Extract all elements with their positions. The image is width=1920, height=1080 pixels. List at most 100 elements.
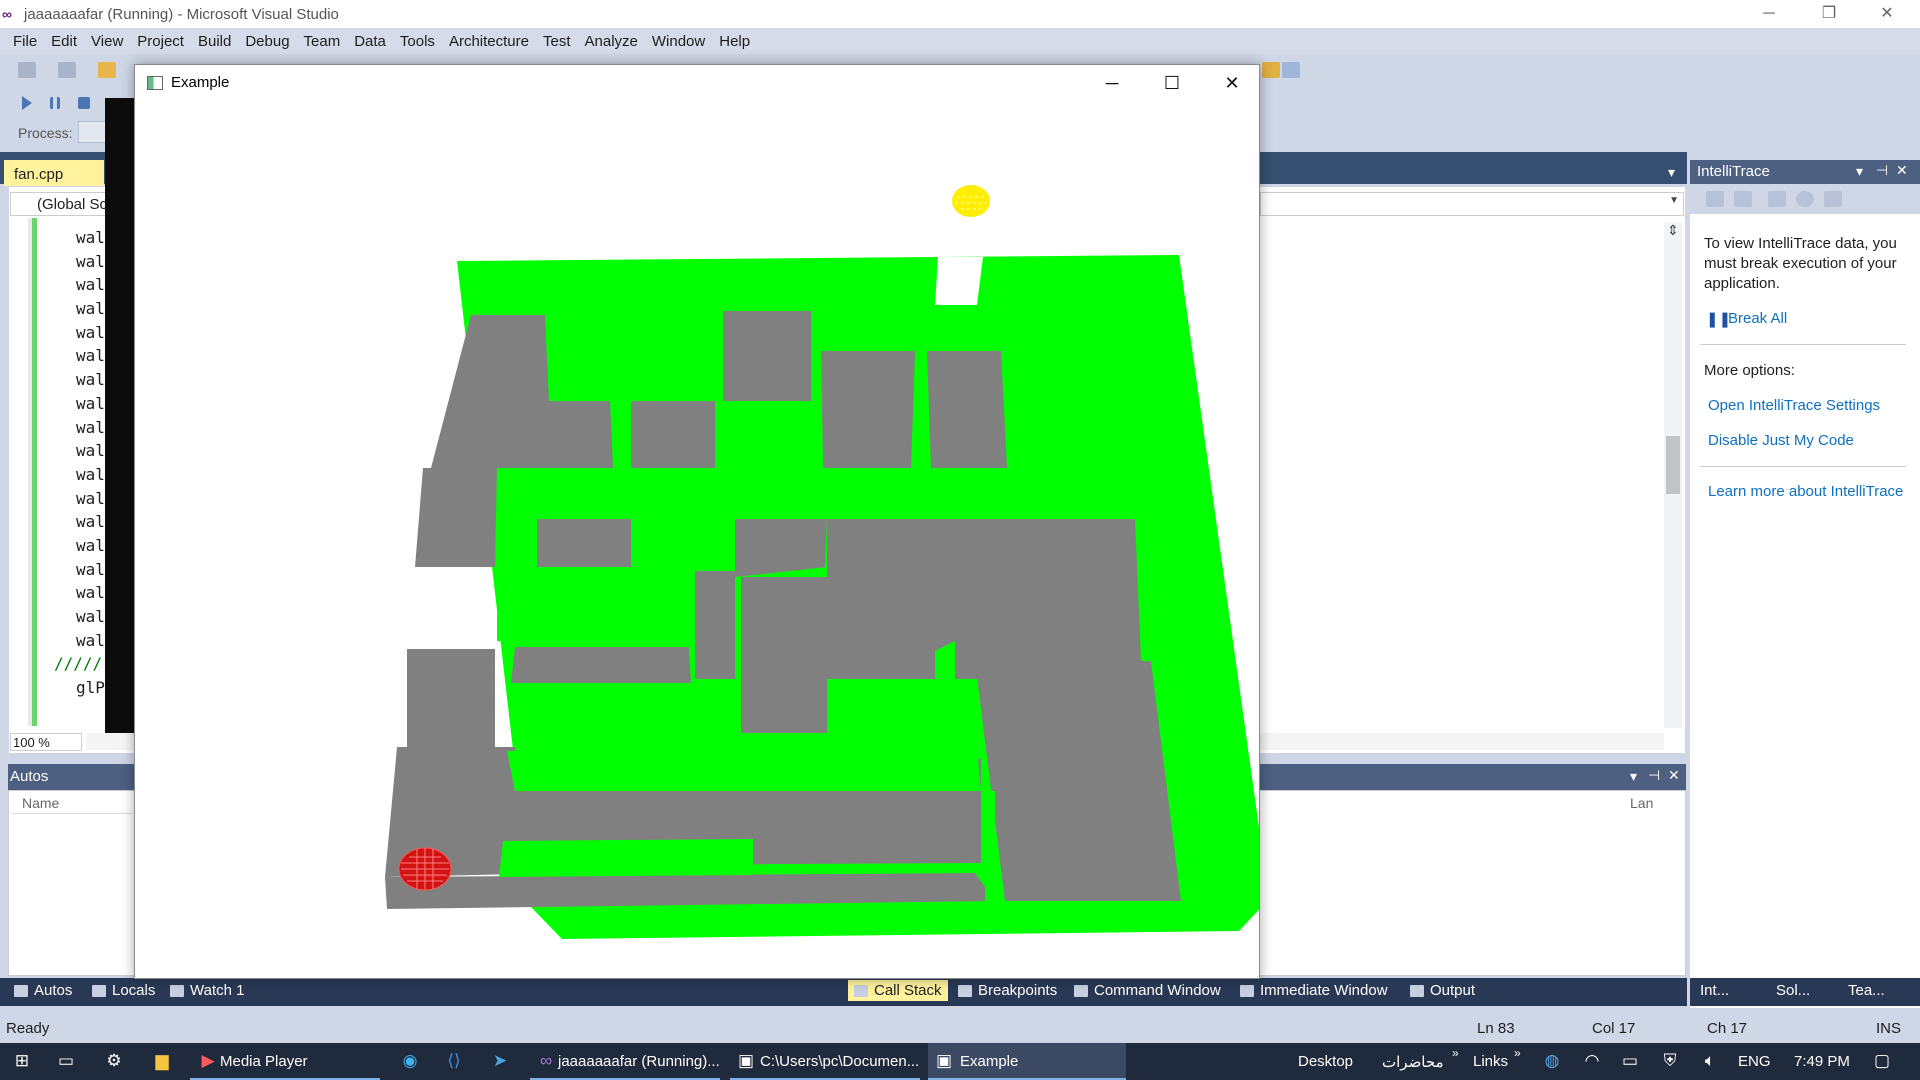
stop-icon[interactable] [78,97,90,109]
menu-project[interactable]: Project [130,33,191,50]
menu-build[interactable]: Build [191,33,238,50]
telegram-icon[interactable]: ➤ [486,1048,514,1074]
member-dropdown[interactable]: ▼ [1260,192,1684,216]
close-button[interactable]: ✕ [1858,0,1916,28]
input-language[interactable]: ENG [1738,1053,1771,1070]
floor-block [927,351,1007,469]
column-header-name[interactable]: Name [12,792,132,814]
toolbar-find-icon[interactable] [1282,62,1300,78]
it-save-icon[interactable] [1768,191,1786,207]
file-explorer-icon[interactable]: ▆ [148,1048,176,1074]
code-line: wal [76,583,105,603]
add-item-icon[interactable] [58,62,76,78]
tab-fan-cpp[interactable]: fan.cpp [4,160,104,186]
media-player-icon: ▶ [201,1051,215,1070]
editor-vertical-scrollbar[interactable] [1664,222,1682,728]
tab-intellitrace[interactable]: Int... [1700,982,1729,999]
open-file-icon[interactable] [98,62,116,78]
more-options-label: More options: [1704,362,1795,379]
settings-gear-icon[interactable]: ⚙ [100,1048,128,1074]
notifications-icon[interactable]: ▢ [1868,1048,1896,1074]
menu-analyze[interactable]: Analyze [578,33,645,50]
autos-close-icon[interactable]: ✕ [1668,767,1680,784]
chevron-right-icon[interactable]: » [1514,1046,1521,1060]
menu-help[interactable]: Help [712,33,757,50]
maze-canvas[interactable] [135,101,1259,978]
menu-bar: File Edit View Project Build Debug Team … [0,28,1920,54]
tab-immediate-window[interactable]: Immediate Window [1240,982,1388,999]
it-calls-icon[interactable] [1734,191,1752,207]
menu-tools[interactable]: Tools [393,33,442,50]
disable-just-my-code-link[interactable]: Disable Just My Code [1708,432,1854,449]
it-settings-icon[interactable] [1796,191,1814,207]
tab-overflow-icon[interactable]: ▾ [1668,164,1675,181]
example-title-bar[interactable]: Example ─ ☐ ✕ [135,65,1259,101]
floor-block [407,649,495,747]
example-maximize-button[interactable]: ☐ [1149,69,1195,97]
watch-icon [170,984,184,997]
it-close-icon[interactable]: ✕ [1896,162,1908,179]
learn-more-link[interactable]: Learn more about IntelliTrace [1708,483,1903,500]
battery-icon[interactable]: ▭ [1616,1048,1644,1074]
example-app-icon: ▣ [935,1051,953,1070]
split-icon[interactable]: ⇕ [1667,222,1679,239]
menu-debug[interactable]: Debug [238,33,296,50]
it-dropdown-icon[interactable]: ▾ [1856,163,1863,180]
autos-dropdown-icon[interactable]: ▾ [1630,768,1637,785]
tab-watch-1[interactable]: Watch 1 [170,982,244,999]
example-minimize-button[interactable]: ─ [1089,69,1135,97]
menu-file[interactable]: File [6,33,44,50]
security-shield-icon[interactable]: ⛨ [1656,1048,1684,1074]
tab-breakpoints[interactable]: Breakpoints [958,982,1057,999]
chevron-right-icon[interactable]: » [1452,1046,1459,1060]
wifi-icon[interactable]: ◠ [1578,1048,1606,1074]
restore-button[interactable]: ❐ [1800,0,1858,28]
process-label: Process: [18,125,73,141]
floor-block [821,351,915,469]
wall-segment [935,641,955,713]
autos-pin-icon[interactable]: ⊣ [1648,767,1660,784]
menu-view[interactable]: View [84,33,130,50]
zoom-dropdown[interactable]: 100 % [10,733,82,751]
toolbar-lectures[interactable]: محاضرات [1382,1053,1444,1071]
volume-icon[interactable]: 🔈︎ [1696,1048,1724,1074]
menu-data[interactable]: Data [347,33,393,50]
tab-solution-explorer[interactable]: Sol... [1776,982,1810,999]
tab-output[interactable]: Output [1410,982,1475,999]
pause-icon[interactable] [50,97,60,109]
intellitrace-message: To view IntelliTrace data, you must brea… [1704,235,1897,292]
it-open-icon[interactable] [1824,191,1842,207]
task-view-icon[interactable]: ▭ [52,1048,80,1074]
vscode-icon[interactable]: ⟨⟩ [440,1048,468,1074]
edge-browser-icon[interactable]: ◉ [396,1048,424,1074]
yellow-sphere [952,185,990,217]
tab-command-window[interactable]: Command Window [1074,982,1221,999]
it-pin-icon[interactable]: ⊣ [1876,162,1888,179]
tab-call-stack[interactable]: Call Stack [848,980,948,1001]
windows-start-icon[interactable]: ⊞ [8,1048,36,1074]
menu-architecture[interactable]: Architecture [442,33,536,50]
tab-team-explorer[interactable]: Tea... [1848,982,1885,999]
menu-team[interactable]: Team [297,33,348,50]
minimize-button[interactable]: ─ [1740,0,1798,28]
new-project-icon[interactable] [18,62,36,78]
divider [1700,344,1906,345]
toolbar-links[interactable]: Links [1473,1053,1508,1070]
it-list-icon[interactable] [1706,191,1724,207]
column-header-language[interactable]: Lan [1630,792,1653,811]
menu-test[interactable]: Test [536,33,578,50]
tab-locals[interactable]: Locals [92,982,155,999]
example-close-button[interactable]: ✕ [1209,69,1255,97]
toolbar-extension-icon[interactable] [1262,62,1280,78]
open-intellitrace-settings-link[interactable]: Open IntelliTrace Settings [1708,397,1880,414]
weather-icon[interactable]: ◍ [1538,1048,1566,1074]
scroll-thumb[interactable] [1666,436,1680,494]
continue-icon[interactable] [22,96,32,110]
menu-edit[interactable]: Edit [44,33,84,50]
example-window[interactable]: Example ─ ☐ ✕ [134,64,1260,979]
system-clock[interactable]: 7:49 PM [1794,1053,1850,1070]
toolbar-desktop[interactable]: Desktop [1298,1053,1353,1070]
tab-autos[interactable]: Autos [14,982,72,999]
break-all-link[interactable]: Break All [1728,310,1787,327]
menu-window[interactable]: Window [645,33,712,50]
